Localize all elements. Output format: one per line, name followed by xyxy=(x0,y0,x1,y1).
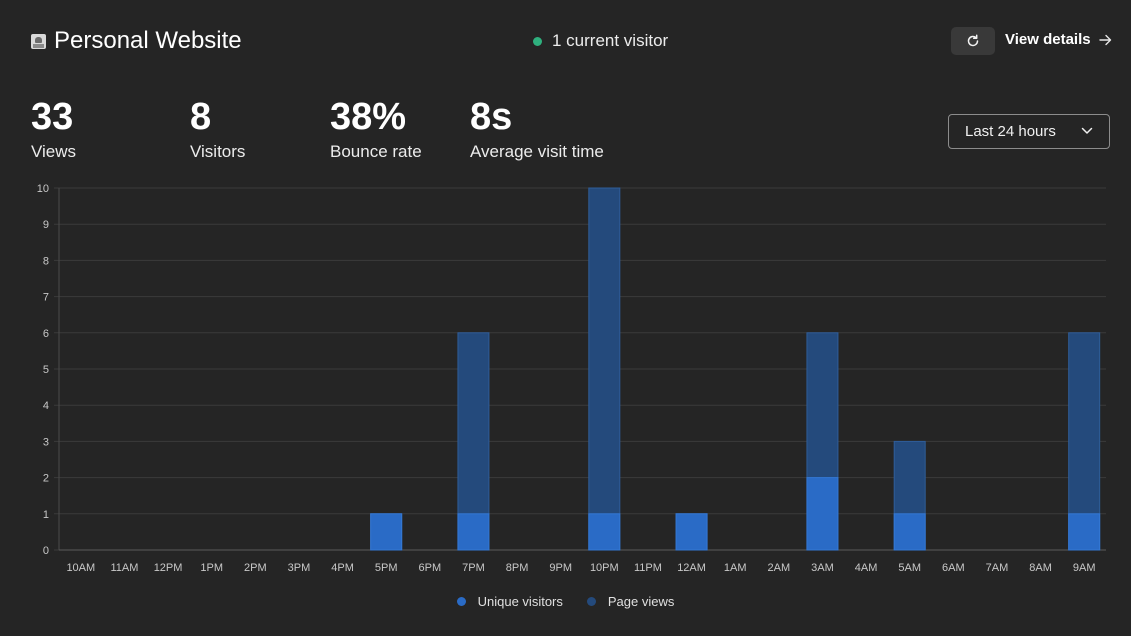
metric-value: 38% xyxy=(330,96,407,138)
refresh-icon xyxy=(967,34,979,47)
bar-unique-visitors xyxy=(806,477,839,551)
live-dot-icon xyxy=(533,36,542,46)
visits-chart: 0 1 2 3 4 5 6 7 8 9 10 10AM 11AM 12PM 1PM 2PM 3PM 4PM 5PM 6… xyxy=(37,183,1106,574)
y-tick-label: 4 xyxy=(43,400,49,412)
x-tick-label: 2AM xyxy=(768,562,791,574)
x-tick-label: 10AM xyxy=(66,562,95,574)
current-visitors: 1 current visitor xyxy=(533,31,668,51)
arrow-right-icon xyxy=(1098,34,1111,45)
x-tick-label: 7AM xyxy=(986,562,1009,574)
date-range-select[interactable]: Last 24 hours xyxy=(948,114,1110,149)
x-tick-label: 1AM xyxy=(724,562,747,574)
metric-value: 33 xyxy=(31,96,74,138)
y-tick-label: 10 xyxy=(37,183,49,195)
x-tick-label: 1PM xyxy=(200,562,223,574)
chart-legend: Unique visitors Page views xyxy=(0,594,1131,609)
bar-unique-visitors xyxy=(675,513,708,551)
site-title: Personal Website xyxy=(54,27,242,54)
chevron-down-icon xyxy=(1081,127,1093,134)
view-details-label: View details xyxy=(1005,31,1091,48)
bar-unique-visitors xyxy=(370,513,403,551)
legend-label: Unique visitors xyxy=(477,594,563,609)
metric-visitors: 8 Visitors xyxy=(190,96,245,162)
metric-value: 8s xyxy=(470,96,513,138)
legend-label: Page views xyxy=(607,594,675,609)
bar-unique-visitors xyxy=(457,513,490,551)
refresh-button[interactable] xyxy=(951,27,995,55)
y-tick-label: 6 xyxy=(43,328,49,340)
view-details-link[interactable]: View details xyxy=(1005,31,1112,48)
metric-views: 33 Views xyxy=(31,96,76,162)
x-tick-label: 6AM xyxy=(942,562,965,574)
bar-unique-visitors xyxy=(893,513,926,551)
x-tick-label: 2PM xyxy=(244,562,267,574)
legend-swatch-page-views xyxy=(586,597,596,606)
website-favicon-icon xyxy=(31,34,46,49)
x-tick-label: 6PM xyxy=(419,562,442,574)
x-tick-label: 11AM xyxy=(110,562,138,574)
x-tick-label: 5PM xyxy=(375,562,398,574)
bar-page-views xyxy=(588,187,621,551)
x-tick-label: 8PM xyxy=(506,562,529,574)
legend-item-unique-visitors[interactable]: Unique visitors xyxy=(456,594,563,609)
metric-bounce-rate: 38% Bounce rate xyxy=(330,96,422,162)
metric-label: Bounce rate xyxy=(330,142,422,161)
x-tick-label: 4AM xyxy=(855,562,878,574)
x-tick-label: 11PM xyxy=(634,562,662,574)
x-tick-label: 9AM xyxy=(1073,562,1096,574)
x-tick-label: 5AM xyxy=(898,562,921,574)
y-tick-label: 5 xyxy=(43,364,49,376)
y-tick-label: 2 xyxy=(43,473,49,485)
date-range-value: Last 24 hours xyxy=(965,123,1056,140)
current-visitors-text: 1 current visitor xyxy=(552,31,669,50)
x-tick-label: 8AM xyxy=(1029,562,1052,574)
header: Personal Website 1 current visitor View … xyxy=(0,0,1131,84)
y-tick-label: 3 xyxy=(43,436,49,448)
x-tick-label: 12PM xyxy=(154,562,183,574)
bar-unique-visitors xyxy=(1068,513,1101,551)
y-tick-label: 1 xyxy=(43,509,49,521)
x-tick-label: 7PM xyxy=(462,562,485,574)
x-tick-label: 10PM xyxy=(590,562,619,574)
legend-item-page-views[interactable]: Page views xyxy=(586,594,675,609)
metric-value: 8 xyxy=(190,96,212,138)
metric-label: Average visit time xyxy=(470,142,604,161)
bar-unique-visitors xyxy=(588,513,621,551)
metric-average-visit-time: 8s Average visit time xyxy=(470,96,604,162)
x-tick-label: 4PM xyxy=(331,562,354,574)
x-tick-label: 9PM xyxy=(549,562,572,574)
metric-label: Views xyxy=(31,142,77,161)
legend-swatch-unique-visitors xyxy=(456,597,466,606)
x-tick-label: 3PM xyxy=(288,562,311,574)
y-tick-label: 0 xyxy=(43,545,49,557)
y-tick-label: 7 xyxy=(43,292,49,304)
y-tick-label: 8 xyxy=(43,255,49,267)
x-tick-label: 3AM xyxy=(811,562,834,574)
x-tick-label: 12AM xyxy=(677,562,706,574)
metric-label: Visitors xyxy=(190,142,246,161)
y-tick-label: 9 xyxy=(43,219,49,231)
